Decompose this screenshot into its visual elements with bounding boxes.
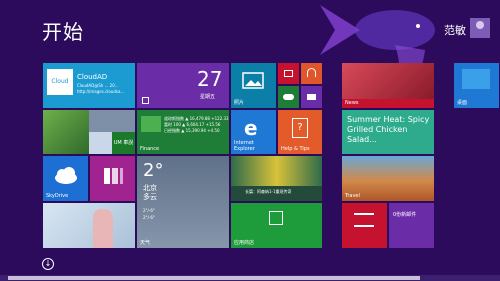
tile-xbox-games[interactable] [278, 86, 299, 108]
mail-count: 0份新邮件 [393, 212, 417, 218]
gamepad-icon [283, 94, 294, 100]
tile-photos[interactable]: 照片 [231, 63, 276, 108]
page-title: 开始 [42, 20, 84, 44]
desktop-label: 桌面 [457, 100, 468, 106]
tile-desktop[interactable]: 桌面 [454, 63, 499, 108]
weather-label: 天气 [140, 240, 151, 246]
tile-sports[interactable]: 长篇：阿森纳1-1重现传奇 [231, 156, 322, 201]
tile-music[interactable] [301, 63, 322, 84]
headphones-icon [307, 68, 316, 77]
tile-person-photo[interactable] [43, 203, 135, 248]
people-photo [43, 110, 89, 154]
cloudad-line1: CloudAD@Sh ... 20... [77, 83, 119, 88]
ie-label: Internet Explorer [234, 140, 255, 152]
finance-row: 日经指数 ▲ 15,390.94 +4.50 [164, 128, 220, 133]
help-icon: ? [292, 118, 308, 138]
news-photo [342, 63, 434, 99]
cloudad-title: CloudAD [77, 73, 108, 81]
travel-label: Travel [345, 193, 360, 199]
all-apps-arrow-icon[interactable]: ↓ [42, 258, 54, 270]
tile-mail[interactable]: 0份新邮件 [389, 203, 434, 248]
finance-label: Finance [140, 146, 160, 152]
tile-reading-list[interactable] [342, 203, 387, 248]
horizontal-scrollbar[interactable] [0, 275, 500, 281]
sports-caption: 长篇：阿森纳1-1重现传奇 [245, 189, 292, 194]
food-headline: Summer Heat: Spicy Grilled Chicken Salad… [347, 115, 430, 144]
calendar-day: 星期五 [200, 94, 216, 100]
tile-camera[interactable] [301, 86, 322, 108]
calendar-date: 27 [197, 67, 223, 91]
video-icon [284, 70, 293, 77]
desktop-icon [462, 69, 490, 89]
tile-games[interactable] [90, 156, 135, 201]
cloudad-logo-icon: Cloud [47, 69, 73, 95]
camera-icon [307, 94, 316, 100]
skydrive-label: SkyDrive [46, 193, 69, 199]
weather-condition: 多云 [143, 193, 157, 201]
weather-forecast: 2°/-6° [143, 208, 155, 213]
calendar-icon [142, 97, 149, 104]
tile-skydrive[interactable]: SkyDrive [43, 156, 88, 201]
store-bag-icon [269, 211, 283, 225]
weather-temp: 2° [143, 160, 164, 181]
tile-finance[interactable]: 道琼斯指数 ▲ 16,479.88 +122.33 富时 100 ▲ 6,604… [137, 110, 229, 154]
list-icon [354, 213, 374, 227]
help-label: Help & Tips [281, 146, 310, 152]
music-tile-mini: UM 車說 [112, 132, 135, 154]
people-photo [89, 110, 135, 132]
ie-icon: e [244, 116, 258, 140]
tile-calendar[interactable]: 27 星期五 [137, 63, 229, 108]
user-name[interactable]: 范敏 [444, 22, 466, 38]
tile-people-photos[interactable]: UM 車說 [43, 110, 135, 154]
cloudad-line2: http://images.cloudsa... [77, 89, 125, 94]
scrollbar-thumb[interactable] [8, 276, 420, 280]
finance-chart-icon [141, 116, 161, 132]
weather-forecast: 2°/-6° [143, 215, 155, 220]
store-label: 应用商店 [234, 240, 255, 246]
tile-cloudad[interactable]: Cloud CloudAD CloudAD@Sh ... 20... http:… [43, 63, 135, 108]
tile-weather[interactable]: 2° 北京 多云 2°/-6° 2°/-6° 天气 [137, 156, 229, 248]
tile-news[interactable]: News [342, 63, 434, 108]
news-label: News [345, 100, 359, 106]
photos-label: 照片 [234, 100, 245, 106]
avatar[interactable] [470, 18, 490, 38]
tile-travel[interactable]: Travel [342, 156, 434, 201]
sports-photo [231, 156, 322, 186]
tile-internet-explorer[interactable]: e Internet Explorer [231, 110, 276, 154]
tile-store[interactable]: 应用商店 [231, 203, 322, 248]
person-figure [93, 209, 113, 248]
people-photo [89, 132, 112, 154]
tile-help-tips[interactable]: ? Help & Tips [278, 110, 322, 154]
tile-food[interactable]: Summer Heat: Spicy Grilled Chicken Salad… [342, 110, 434, 154]
tile-video[interactable] [278, 63, 299, 84]
grid-icon [104, 168, 123, 184]
